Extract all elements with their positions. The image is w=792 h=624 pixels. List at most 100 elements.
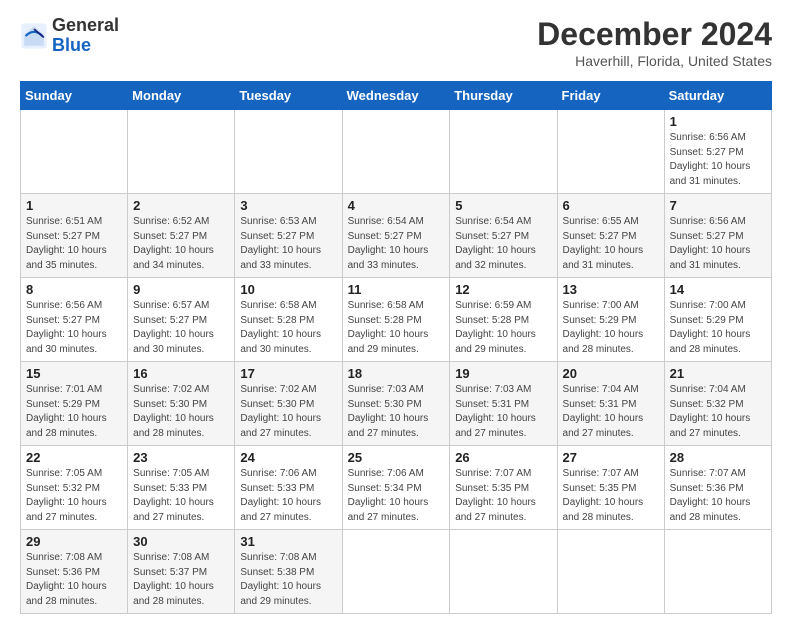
day-info: Sunrise: 6:56 AMSunset: 5:27 PMDaylight:…	[26, 300, 107, 355]
calendar-cell: 7 Sunrise: 6:56 AMSunset: 5:27 PMDayligh…	[664, 194, 771, 278]
calendar-cell: 2 Sunrise: 6:52 AMSunset: 5:27 PMDayligh…	[128, 194, 235, 278]
day-number: 13	[563, 282, 659, 297]
day-info: Sunrise: 7:06 AMSunset: 5:34 PMDaylight:…	[348, 468, 429, 523]
calendar-cell: 20 Sunrise: 7:04 AMSunset: 5:31 PMDaylig…	[557, 362, 664, 446]
day-info: Sunrise: 7:01 AMSunset: 5:29 PMDaylight:…	[26, 384, 107, 439]
calendar-cell	[557, 530, 664, 614]
calendar-cell: 8 Sunrise: 6:56 AMSunset: 5:27 PMDayligh…	[21, 278, 128, 362]
calendar-cell: 17 Sunrise: 7:02 AMSunset: 5:30 PMDaylig…	[235, 362, 342, 446]
calendar-week-row: 8 Sunrise: 6:56 AMSunset: 5:27 PMDayligh…	[21, 278, 772, 362]
logo-text: General Blue	[52, 16, 119, 56]
calendar-cell: 16 Sunrise: 7:02 AMSunset: 5:30 PMDaylig…	[128, 362, 235, 446]
title-block: December 2024 Haverhill, Florida, United…	[537, 16, 772, 69]
calendar-week-row: 1 Sunrise: 6:56 AMSunset: 5:27 PMDayligh…	[21, 110, 772, 194]
day-number: 23	[133, 450, 229, 465]
day-info: Sunrise: 7:07 AMSunset: 5:35 PMDaylight:…	[455, 468, 536, 523]
day-number: 4	[348, 198, 445, 213]
day-number: 6	[563, 198, 659, 213]
calendar-cell: 11 Sunrise: 6:58 AMSunset: 5:28 PMDaylig…	[342, 278, 450, 362]
calendar-cell: 31 Sunrise: 7:08 AMSunset: 5:38 PMDaylig…	[235, 530, 342, 614]
day-number: 17	[240, 366, 336, 381]
day-number: 29	[26, 534, 122, 549]
calendar-cell	[128, 110, 235, 194]
calendar-cell: 9 Sunrise: 6:57 AMSunset: 5:27 PMDayligh…	[128, 278, 235, 362]
col-tuesday: Tuesday	[235, 82, 342, 110]
day-number: 2	[133, 198, 229, 213]
day-info: Sunrise: 7:08 AMSunset: 5:38 PMDaylight:…	[240, 552, 321, 607]
day-number: 7	[670, 198, 766, 213]
calendar-cell: 21 Sunrise: 7:04 AMSunset: 5:32 PMDaylig…	[664, 362, 771, 446]
day-info: Sunrise: 6:55 AMSunset: 5:27 PMDaylight:…	[563, 216, 644, 271]
day-info: Sunrise: 6:54 AMSunset: 5:27 PMDaylight:…	[348, 216, 429, 271]
calendar-cell: 22 Sunrise: 7:05 AMSunset: 5:32 PMDaylig…	[21, 446, 128, 530]
day-info: Sunrise: 7:00 AMSunset: 5:29 PMDaylight:…	[670, 300, 751, 355]
location: Haverhill, Florida, United States	[537, 53, 772, 69]
day-info: Sunrise: 6:52 AMSunset: 5:27 PMDaylight:…	[133, 216, 214, 271]
day-number: 24	[240, 450, 336, 465]
day-info: Sunrise: 6:56 AMSunset: 5:27 PMDaylight:…	[670, 132, 751, 187]
calendar-cell: 25 Sunrise: 7:06 AMSunset: 5:34 PMDaylig…	[342, 446, 450, 530]
day-info: Sunrise: 7:05 AMSunset: 5:33 PMDaylight:…	[133, 468, 214, 523]
col-saturday: Saturday	[664, 82, 771, 110]
calendar-cell: 18 Sunrise: 7:03 AMSunset: 5:30 PMDaylig…	[342, 362, 450, 446]
day-info: Sunrise: 7:05 AMSunset: 5:32 PMDaylight:…	[26, 468, 107, 523]
calendar-week-row: 29 Sunrise: 7:08 AMSunset: 5:36 PMDaylig…	[21, 530, 772, 614]
day-number: 20	[563, 366, 659, 381]
day-number: 18	[348, 366, 445, 381]
day-number: 26	[455, 450, 551, 465]
day-info: Sunrise: 7:08 AMSunset: 5:37 PMDaylight:…	[133, 552, 214, 607]
calendar-cell: 14 Sunrise: 7:00 AMSunset: 5:29 PMDaylig…	[664, 278, 771, 362]
calendar-cell: 26 Sunrise: 7:07 AMSunset: 5:35 PMDaylig…	[450, 446, 557, 530]
calendar-cell: 28 Sunrise: 7:07 AMSunset: 5:36 PMDaylig…	[664, 446, 771, 530]
calendar-cell	[342, 530, 450, 614]
calendar-cell	[450, 530, 557, 614]
calendar-cell: 3 Sunrise: 6:53 AMSunset: 5:27 PMDayligh…	[235, 194, 342, 278]
day-number: 30	[133, 534, 229, 549]
day-info: Sunrise: 6:56 AMSunset: 5:27 PMDaylight:…	[670, 216, 751, 271]
calendar-week-row: 15 Sunrise: 7:01 AMSunset: 5:29 PMDaylig…	[21, 362, 772, 446]
calendar-cell: 1 Sunrise: 6:56 AMSunset: 5:27 PMDayligh…	[664, 110, 771, 194]
calendar-cell: 5 Sunrise: 6:54 AMSunset: 5:27 PMDayligh…	[450, 194, 557, 278]
day-info: Sunrise: 6:58 AMSunset: 5:28 PMDaylight:…	[348, 300, 429, 355]
day-number: 1	[26, 198, 122, 213]
day-info: Sunrise: 6:54 AMSunset: 5:27 PMDaylight:…	[455, 216, 536, 271]
calendar-cell: 29 Sunrise: 7:08 AMSunset: 5:36 PMDaylig…	[21, 530, 128, 614]
day-info: Sunrise: 7:07 AMSunset: 5:35 PMDaylight:…	[563, 468, 644, 523]
day-info: Sunrise: 7:04 AMSunset: 5:31 PMDaylight:…	[563, 384, 644, 439]
logo-icon	[20, 22, 48, 50]
day-number: 10	[240, 282, 336, 297]
day-number: 28	[670, 450, 766, 465]
calendar-cell: 15 Sunrise: 7:01 AMSunset: 5:29 PMDaylig…	[21, 362, 128, 446]
calendar-cell	[557, 110, 664, 194]
day-info: Sunrise: 6:59 AMSunset: 5:28 PMDaylight:…	[455, 300, 536, 355]
calendar-cell: 30 Sunrise: 7:08 AMSunset: 5:37 PMDaylig…	[128, 530, 235, 614]
day-info: Sunrise: 7:02 AMSunset: 5:30 PMDaylight:…	[133, 384, 214, 439]
calendar-cell: 1 Sunrise: 6:51 AMSunset: 5:27 PMDayligh…	[21, 194, 128, 278]
month-title: December 2024	[537, 16, 772, 53]
day-number: 21	[670, 366, 766, 381]
logo: General Blue	[20, 16, 119, 56]
calendar-cell	[450, 110, 557, 194]
day-number: 3	[240, 198, 336, 213]
day-info: Sunrise: 7:03 AMSunset: 5:31 PMDaylight:…	[455, 384, 536, 439]
day-info: Sunrise: 6:57 AMSunset: 5:27 PMDaylight:…	[133, 300, 214, 355]
day-info: Sunrise: 7:07 AMSunset: 5:36 PMDaylight:…	[670, 468, 751, 523]
calendar-cell	[21, 110, 128, 194]
calendar-cell: 24 Sunrise: 7:06 AMSunset: 5:33 PMDaylig…	[235, 446, 342, 530]
day-number: 5	[455, 198, 551, 213]
calendar-cell	[664, 530, 771, 614]
day-info: Sunrise: 7:08 AMSunset: 5:36 PMDaylight:…	[26, 552, 107, 607]
day-number: 25	[348, 450, 445, 465]
day-number: 1	[670, 114, 766, 129]
day-info: Sunrise: 7:03 AMSunset: 5:30 PMDaylight:…	[348, 384, 429, 439]
day-info: Sunrise: 7:06 AMSunset: 5:33 PMDaylight:…	[240, 468, 321, 523]
calendar-cell: 6 Sunrise: 6:55 AMSunset: 5:27 PMDayligh…	[557, 194, 664, 278]
day-number: 11	[348, 282, 445, 297]
calendar-cell	[235, 110, 342, 194]
day-number: 12	[455, 282, 551, 297]
logo-blue: Blue	[52, 35, 91, 55]
col-wednesday: Wednesday	[342, 82, 450, 110]
day-info: Sunrise: 6:58 AMSunset: 5:28 PMDaylight:…	[240, 300, 321, 355]
day-info: Sunrise: 6:51 AMSunset: 5:27 PMDaylight:…	[26, 216, 107, 271]
day-number: 14	[670, 282, 766, 297]
